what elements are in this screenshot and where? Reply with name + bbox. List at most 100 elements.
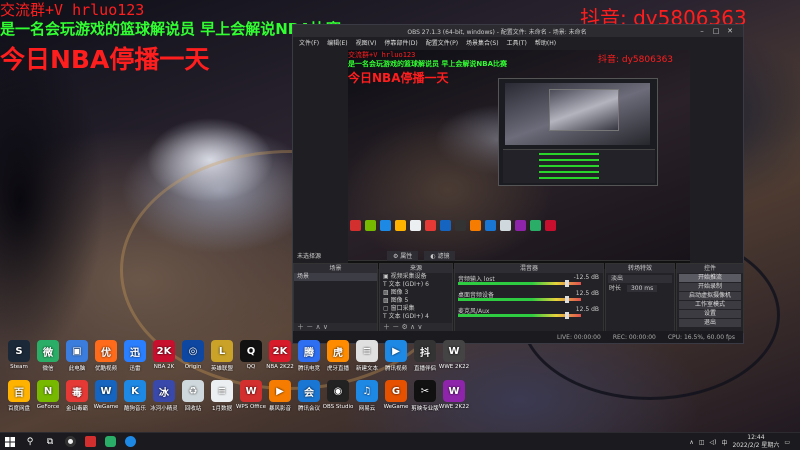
controls-panel: 控件 开始推流 开始录制 启动虚拟摄像机 工作室模式 设置 退出	[676, 263, 744, 333]
preview-nested-capture	[498, 78, 658, 186]
nested-audio-meters	[539, 153, 599, 179]
scene-up-button[interactable]: ∧	[315, 323, 320, 331]
search-icon[interactable]: ⚲	[20, 433, 40, 450]
preview-icon	[530, 220, 541, 231]
shortcut-label: WWE 2K22	[438, 364, 470, 370]
mixer-channel: 桌面音频设备 12.5 dB	[455, 289, 603, 305]
desktop-shortcut[interactable]: W WWE 2K22	[429, 380, 479, 410]
mixer-panel-title: 混音器	[455, 264, 603, 273]
menu-file[interactable]: 文件(F)	[299, 38, 319, 47]
preview-icon	[425, 220, 436, 231]
tray-up-arrow-icon[interactable]: ∧	[689, 439, 693, 446]
source-settings-icon[interactable]: ⚙	[401, 323, 407, 331]
add-scene-button[interactable]: ＋	[297, 323, 304, 331]
scenes-panel: 场景 场景 ＋ － ∧ ∨	[293, 263, 378, 333]
source-item[interactable]: ▣ 视频采集设备	[380, 273, 452, 281]
network-icon[interactable]: ◫	[699, 439, 705, 446]
mixer-channel-level: 12.5 dB	[575, 290, 599, 297]
start-recording-button[interactable]: 开始录制	[679, 283, 741, 291]
start-button[interactable]	[0, 433, 20, 450]
obs-window[interactable]: OBS 27.1.3 (64-bit, windows) - 配置文件: 未命名…	[292, 24, 744, 344]
maximize-button[interactable]: □	[709, 27, 723, 35]
taskbar-clock[interactable]: 12:44 2022/2/2 星期六	[732, 434, 779, 450]
windows-taskbar: ⚲ ⧉ ∧ ◫ ◁) 中 12:44 2022/2/2 星期六 ▭	[0, 432, 800, 450]
preview-headline-text: 今日NBA停播一天	[348, 71, 449, 85]
minimize-button[interactable]: –	[695, 27, 709, 35]
menu-docks[interactable]: 停靠部件(D)	[384, 38, 417, 47]
source-item[interactable]: T 文本 (GDI+) 4	[380, 313, 452, 321]
studio-mode-button[interactable]: 工作室模式	[679, 301, 741, 309]
menu-profile[interactable]: 配置文件(P)	[426, 38, 458, 47]
source-item-label: 图像 3	[390, 289, 409, 296]
duration-label: 时长	[609, 285, 622, 292]
mixer-channel: 音频输入 lost -12.5 dB	[455, 273, 603, 289]
duration-input[interactable]: 300 ms	[626, 285, 658, 292]
properties-button[interactable]: ⚙ 属性	[387, 251, 419, 261]
preview-icon	[350, 220, 361, 231]
mixer-volume-slider[interactable]	[565, 296, 569, 303]
start-virtual-camera-button[interactable]: 启动虚拟摄像机	[679, 292, 741, 300]
exit-button[interactable]: 退出	[679, 319, 741, 327]
preview-icon	[500, 220, 511, 231]
start-streaming-button[interactable]: 开始推流	[679, 274, 741, 282]
remove-scene-button[interactable]: －	[306, 323, 313, 331]
close-button[interactable]: ✕	[723, 27, 737, 35]
remove-source-button[interactable]: －	[392, 323, 399, 331]
source-item[interactable]: ▨ 图像 5	[380, 297, 452, 305]
source-item-label: 图像 5	[390, 297, 409, 304]
transition-select[interactable]: 淡出	[608, 275, 672, 283]
controls-panel-title: 控件	[677, 264, 743, 273]
mixer-volume-meter	[458, 298, 581, 301]
audio-mixer-panel: 混音器 音频输入 lost -12.5 dB 桌面音频设备 12.5 dB 麦克…	[454, 263, 604, 333]
obs-title-bar[interactable]: OBS 27.1.3 (64-bit, windows) - 配置文件: 未命名…	[293, 25, 743, 37]
preview-icon	[440, 220, 451, 231]
source-down-button[interactable]: ∨	[417, 323, 422, 331]
system-tray: ∧ ◫ ◁) 中 12:44 2022/2/2 星期六 ▭	[689, 433, 790, 450]
scene-item[interactable]: 场景	[294, 273, 377, 281]
taskbar-time: 12:44	[747, 434, 765, 441]
volume-icon[interactable]: ◁)	[709, 439, 716, 446]
menu-help[interactable]: 帮助(H)	[535, 38, 556, 47]
preview-douyin-id: 抖音: dy5806363	[598, 55, 674, 65]
source-item-label: 窗口采集	[390, 305, 415, 312]
wps-taskbar-icon[interactable]	[80, 433, 100, 450]
source-item-label: 文本 (GDI+) 4	[388, 313, 429, 320]
nested-preview-inner	[549, 89, 619, 131]
wechat-taskbar-icon[interactable]	[100, 433, 120, 450]
task-view-icon[interactable]: ⧉	[40, 433, 60, 450]
mixer-volume-meter	[458, 282, 581, 285]
preview-icon	[455, 220, 466, 231]
add-source-button[interactable]: ＋	[383, 323, 390, 331]
menu-edit[interactable]: 编辑(E)	[327, 38, 347, 47]
browser-taskbar-icon[interactable]	[120, 433, 140, 450]
source-item[interactable]: ▨ 图像 3	[380, 289, 452, 297]
mixer-volume-meter	[458, 314, 581, 317]
menu-view[interactable]: 视图(V)	[356, 38, 377, 47]
obs-taskbar-icon[interactable]	[60, 433, 80, 450]
mixer-channel: 麦克风/Aux 12.5 dB	[455, 305, 603, 321]
overlay-description-text: 是一名会玩游戏的篮球解说员 早上会解说NBA比赛	[0, 20, 341, 38]
sources-panel-title: 来源	[380, 264, 452, 273]
preview-icon	[410, 220, 421, 231]
source-up-button[interactable]: ∧	[410, 323, 415, 331]
taskbar-date: 2022/2/2 星期六	[732, 442, 780, 449]
obs-menu-bar: 文件(F) 编辑(E) 视图(V) 停靠部件(D) 配置文件(P) 场景集合(S…	[293, 37, 743, 48]
preview-icon	[365, 220, 376, 231]
scene-down-button[interactable]: ∨	[323, 323, 328, 331]
source-item[interactable]: T 文本 (GDI+) 6	[380, 281, 452, 289]
settings-button[interactable]: 设置	[679, 310, 741, 318]
mixer-volume-slider[interactable]	[565, 312, 569, 319]
no-source-label: 未选择源	[297, 253, 322, 260]
mixer-volume-slider[interactable]	[565, 280, 569, 287]
ime-icon[interactable]: 中	[721, 438, 727, 447]
menu-scene-collection[interactable]: 场景集合(S)	[466, 38, 499, 47]
source-item[interactable]: ▢ 窗口采集	[380, 305, 452, 313]
obs-preview-canvas[interactable]: 交流群+V hrluo123 是一名会玩游戏的篮球解说员 早上会解说NBA比赛 …	[348, 50, 690, 269]
filters-button[interactable]: ◐ 滤镜	[424, 251, 456, 261]
notification-icon[interactable]: ▭	[784, 439, 790, 446]
overlay-contact-text: 交流群+V hrluo123	[0, 1, 145, 19]
live-status: LIVE: 00:00:00	[556, 333, 601, 341]
menu-tools[interactable]: 工具(T)	[507, 38, 527, 47]
desktop-shortcut[interactable]: W WWE 2K22	[429, 340, 479, 370]
mixer-channel-level: 12.5 dB	[575, 306, 599, 313]
